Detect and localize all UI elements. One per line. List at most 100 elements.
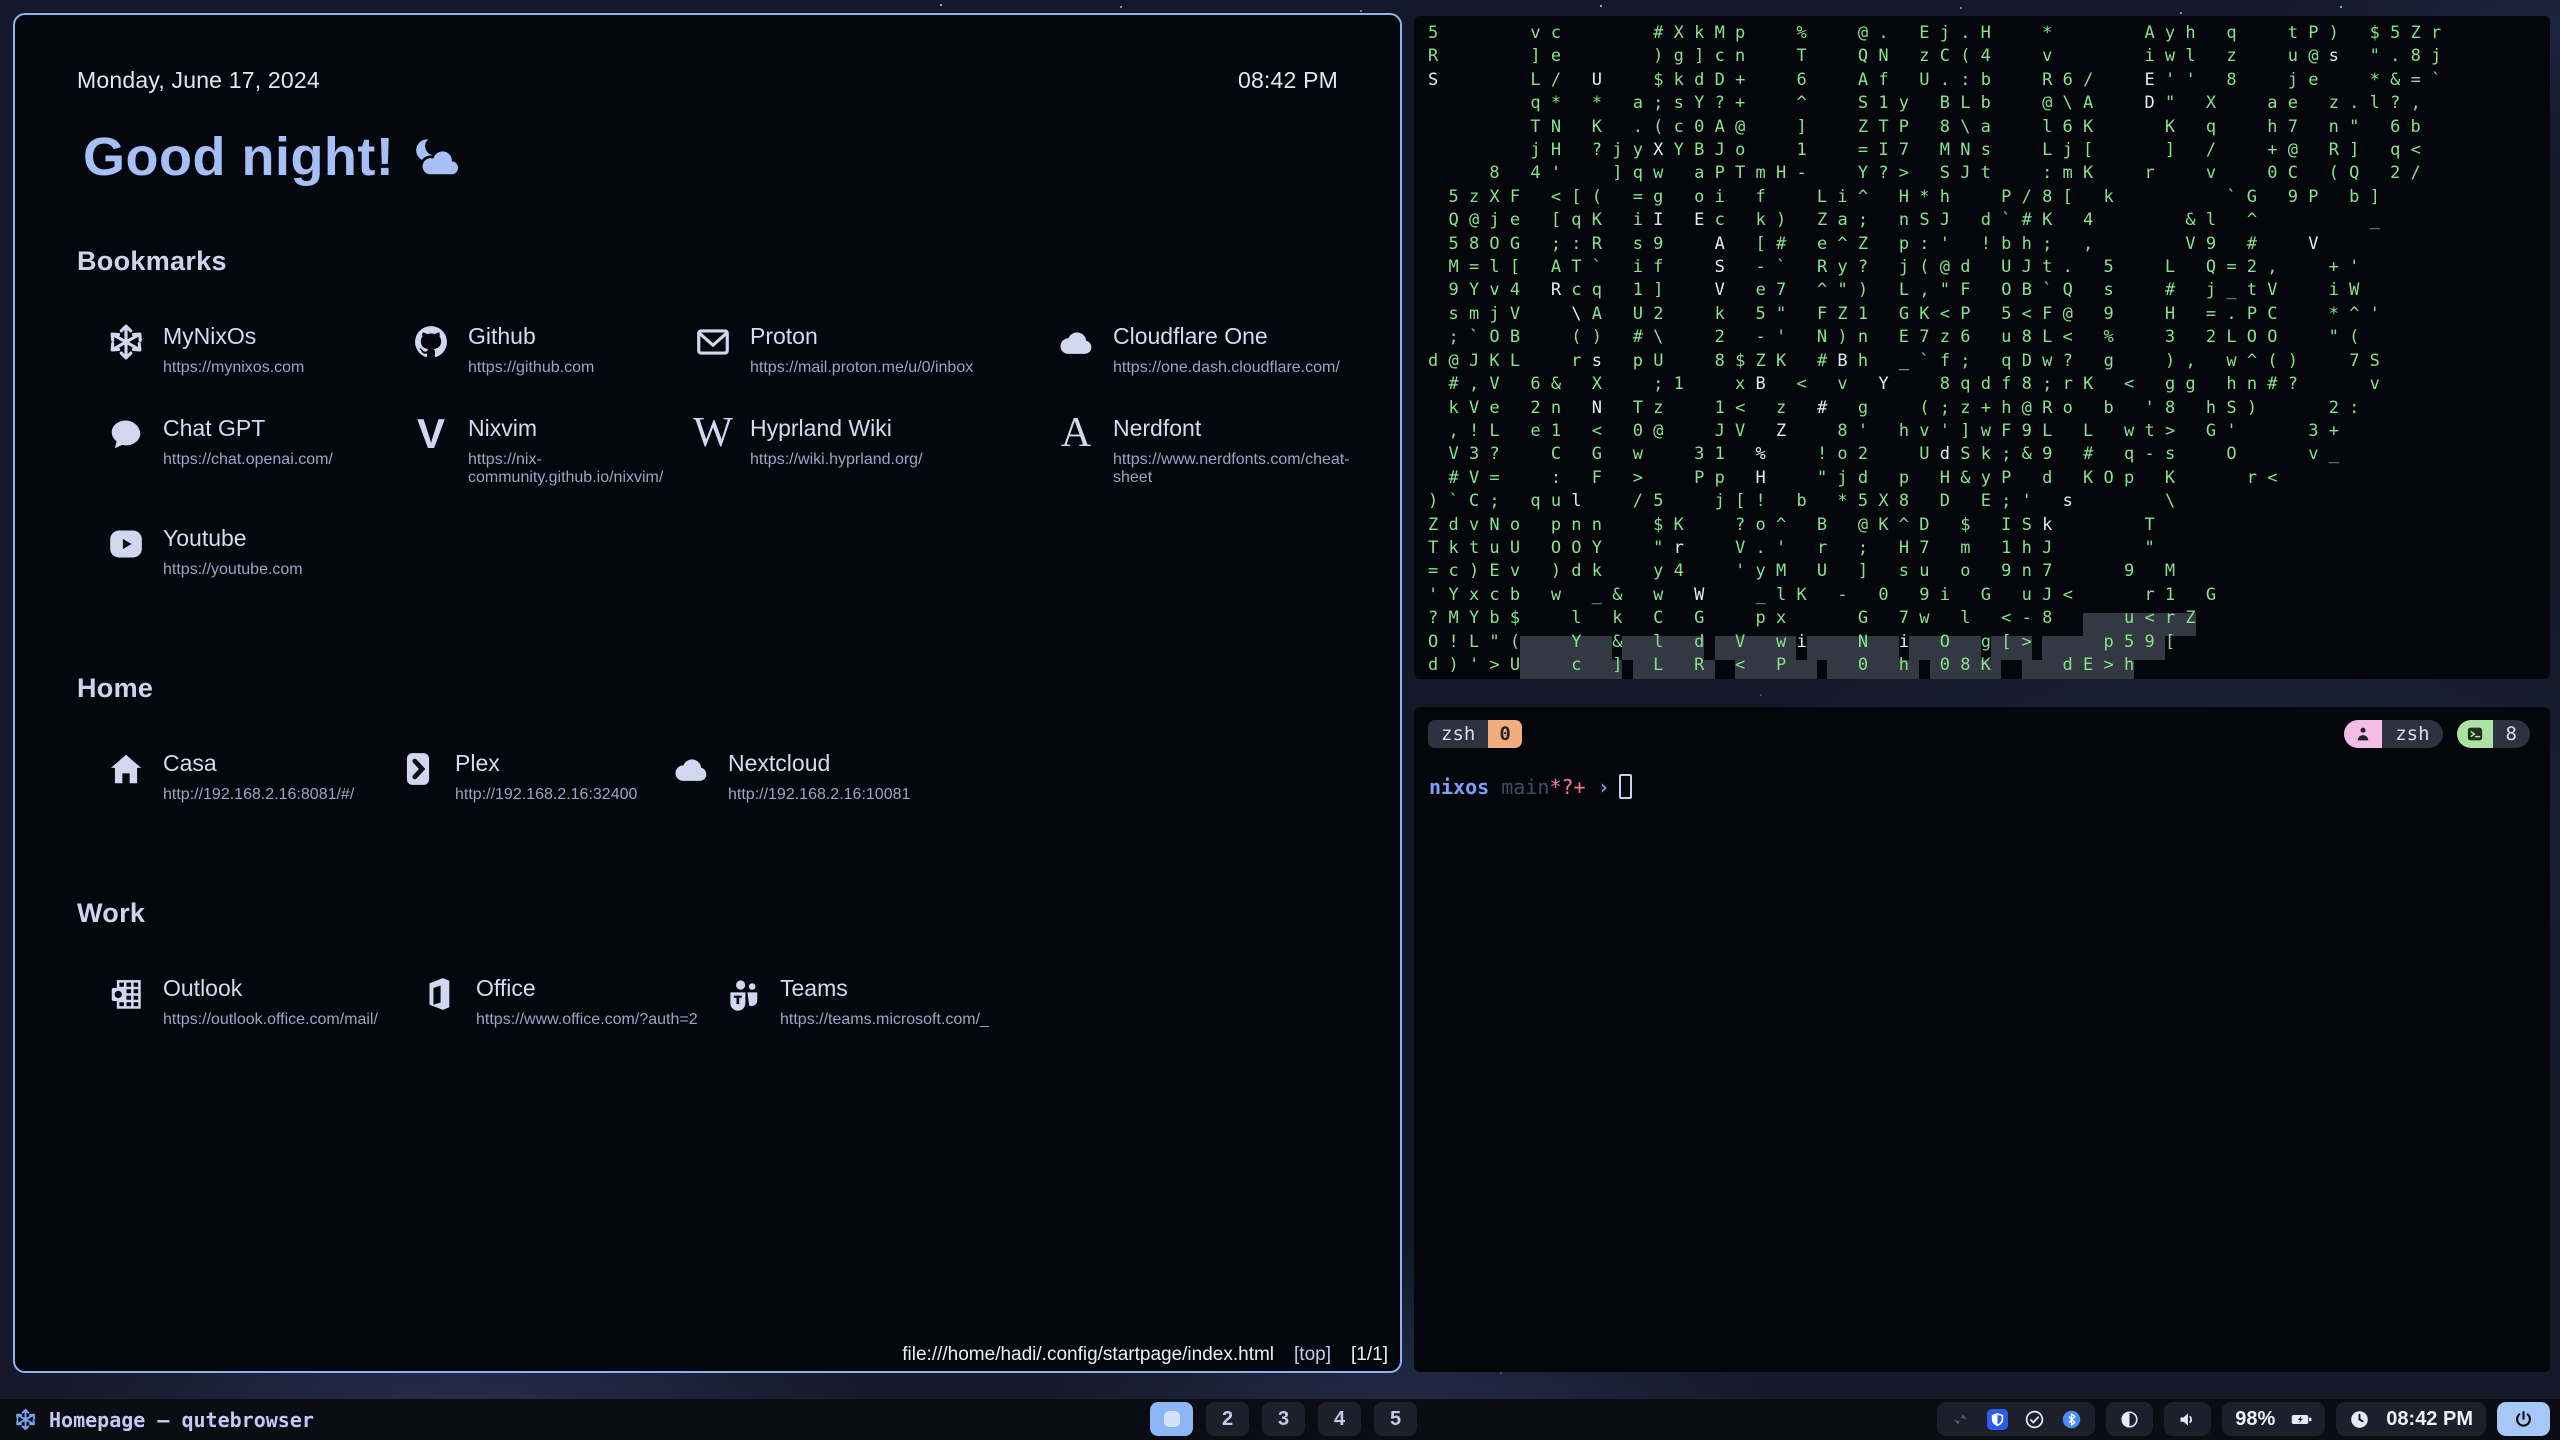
shell-prompt[interactable]: nixos main*?+ › bbox=[1429, 774, 2550, 799]
cloud-icon bbox=[1055, 321, 1097, 363]
bookmark-item[interactable]: WHyprland Wikihttps://wiki.hyprland.org/ bbox=[692, 413, 1055, 487]
battery-percent: 98% bbox=[2235, 1408, 2275, 1431]
section-heading: Home bbox=[77, 673, 1338, 704]
tmux-session-name: zsh bbox=[2382, 720, 2442, 748]
clock-icon bbox=[2349, 1409, 2370, 1430]
bookmark-title: Cloudflare One bbox=[1113, 321, 1340, 350]
prompt-git-branch: main bbox=[1489, 775, 1549, 799]
home-icon bbox=[105, 748, 147, 790]
bookmark-url: https://mynixos.com bbox=[163, 359, 304, 377]
bookmark-item[interactable]: Chat GPThttps://chat.openai.com/ bbox=[105, 413, 410, 487]
bookmark-item[interactable]: Teamshttps://teams.microsoft.com/_ bbox=[722, 973, 1338, 1029]
section-home: Home Casa http://192.168.2.16:8081/#/ Plexh… bbox=[77, 673, 1338, 804]
wikipedia-w-icon: W bbox=[692, 413, 734, 455]
bookmark-item[interactable]: Plexhttp://192.168.2.16:32400 bbox=[397, 748, 670, 804]
nightlight-module[interactable] bbox=[2106, 1402, 2153, 1436]
bookmark-title: Github bbox=[468, 321, 594, 350]
bookmark-item[interactable]: Outlookhttps://outlook.office.com/mail/ bbox=[105, 973, 418, 1029]
matrix-rain-output: 5 v c # X k M p % @ . E j . H * A y h q … bbox=[1428, 22, 2550, 677]
cloud-icon bbox=[670, 748, 712, 790]
clock-time: 08:42 PM bbox=[2386, 1408, 2473, 1431]
shell-terminal-window[interactable]: zsh 0 zsh 8 nixos main*?+ › bbox=[1414, 707, 2550, 1372]
workspace-button-2[interactable]: 2 bbox=[1206, 1402, 1249, 1436]
startpage: Monday, June 17, 2024 08:42 PM Good nigh… bbox=[15, 15, 1400, 1371]
prompt-host: nixos bbox=[1429, 775, 1489, 799]
bookmark-title: Teams bbox=[780, 973, 989, 1002]
power-icon bbox=[2513, 1409, 2534, 1430]
kdeconnect-arrows-icon[interactable] bbox=[1950, 1409, 1971, 1430]
power-button[interactable] bbox=[2497, 1402, 2550, 1436]
workspace-button-1[interactable] bbox=[1150, 1402, 1193, 1436]
clock-module[interactable]: 08:42 PM bbox=[2336, 1402, 2486, 1436]
bookmark-grid: MyNixOs https://mynixos.com Github https://… bbox=[105, 321, 1338, 579]
bookmark-url: https://github.com bbox=[468, 359, 594, 377]
section-heading: Bookmarks bbox=[77, 246, 1338, 277]
workspace-button-3[interactable]: 3 bbox=[1262, 1402, 1305, 1436]
bookmark-url: https://www.office.com/?auth=2 bbox=[476, 1011, 698, 1029]
battery-charging-icon bbox=[2291, 1409, 2312, 1430]
bitwarden-shield-icon[interactable] bbox=[1987, 1409, 2008, 1430]
battery-module[interactable]: 98% bbox=[2222, 1402, 2325, 1436]
bookmark-title: Nextcloud bbox=[728, 748, 910, 777]
greeting-title: Good night! bbox=[83, 126, 1338, 188]
workspace-button-5[interactable]: 5 bbox=[1374, 1402, 1417, 1436]
letter-a-icon: A bbox=[1055, 413, 1097, 455]
workspace-switcher: 2345 bbox=[1150, 1402, 1417, 1436]
bookmark-item[interactable]: VNixvimhttps://nix-community.github.io/n… bbox=[410, 413, 692, 487]
matrix-terminal-window[interactable]: 5 v c # X k M p % @ . E j . H * A y h q … bbox=[1414, 16, 2550, 679]
system-tray-module[interactable] bbox=[1937, 1402, 2095, 1436]
terminal-icon bbox=[2457, 720, 2493, 748]
tab-index-indicator: [1/1] bbox=[1351, 1344, 1388, 1365]
bookmark-item[interactable]: Proton https://mail.proton.me/u/0/inbox bbox=[692, 321, 1055, 377]
bookmark-item[interactable]: Nextcloudhttp://192.168.2.16:10081 bbox=[670, 748, 1338, 804]
vim-v-icon: V bbox=[410, 413, 452, 455]
bookmark-title: Office bbox=[476, 973, 698, 1002]
bookmark-url: https://nix-community.github.io/nixvim/ bbox=[468, 451, 692, 487]
tmux-window-index: 0 bbox=[1488, 720, 1521, 748]
active-workspace-indicator bbox=[1164, 1411, 1180, 1427]
tmux-pane-widget: 8 bbox=[2457, 720, 2530, 748]
bookmark-item[interactable]: Cloudflare One https://one.dash.cloudflar… bbox=[1055, 321, 1350, 377]
bookmark-url: http://192.168.2.16:32400 bbox=[455, 786, 637, 804]
bookmark-item[interactable]: MyNixOs https://mynixos.com bbox=[105, 321, 410, 377]
section-heading: Work bbox=[77, 898, 1338, 929]
youtube-icon bbox=[105, 523, 147, 565]
moon-phase-icon bbox=[2119, 1409, 2140, 1430]
wallpaper-stars bbox=[940, 4, 942, 6]
tmux-window-name: zsh bbox=[1428, 720, 1488, 748]
bookmark-url: http://192.168.2.16:8081/#/ bbox=[163, 786, 354, 804]
bookmark-item[interactable]: Github https://github.com bbox=[410, 321, 692, 377]
date-label: Monday, June 17, 2024 bbox=[77, 67, 320, 94]
tmux-window-tab[interactable]: zsh 0 bbox=[1428, 720, 1522, 748]
volume-module[interactable] bbox=[2164, 1402, 2211, 1436]
waybar-taskbar: Homepage — qutebrowser 2345 98% 08:42 PM bbox=[0, 1399, 2560, 1440]
bookmark-title: Hyprland Wiki bbox=[750, 413, 923, 442]
bookmark-url: https://one.dash.cloudflare.com/ bbox=[1113, 359, 1340, 377]
bookmark-title: MyNixOs bbox=[163, 321, 304, 350]
mail-icon bbox=[692, 321, 734, 363]
active-window-module[interactable]: Homepage — qutebrowser bbox=[14, 1408, 314, 1432]
workspace-button-4[interactable]: 4 bbox=[1318, 1402, 1361, 1436]
bookmark-grid: Casa http://192.168.2.16:8081/#/ Plexhttp:… bbox=[105, 748, 1338, 804]
bookmark-title: Proton bbox=[750, 321, 973, 350]
bookmark-title: Chat GPT bbox=[163, 413, 333, 442]
bookmark-url: https://mail.proton.me/u/0/inbox bbox=[750, 359, 973, 377]
bookmark-item[interactable]: ANerdfonthttps://www.nerdfonts.com/cheat… bbox=[1055, 413, 1350, 487]
person-icon bbox=[2344, 720, 2382, 748]
nix-snowflake-icon bbox=[105, 321, 147, 363]
terminal-cursor bbox=[1619, 774, 1632, 799]
bookmark-item[interactable]: Office https://www.office.com/?auth=2 bbox=[418, 973, 722, 1029]
plex-icon bbox=[397, 748, 439, 790]
bookmark-title: Casa bbox=[163, 748, 354, 777]
bookmark-title: Youtube bbox=[163, 523, 303, 552]
section-work: Work Outlookhttps://outlook.office.com/ma… bbox=[77, 898, 1338, 1029]
teams-icon bbox=[722, 973, 764, 1015]
speaker-icon bbox=[2177, 1409, 2198, 1430]
tmux-session-widget: zsh bbox=[2344, 720, 2442, 748]
check-circle-icon[interactable] bbox=[2024, 1409, 2045, 1430]
bookmark-item[interactable]: Casa http://192.168.2.16:8081/#/ bbox=[105, 748, 397, 804]
status-modules: 98% 08:42 PM bbox=[1937, 1402, 2550, 1436]
bluetooth-icon[interactable] bbox=[2061, 1409, 2082, 1430]
qutebrowser-window[interactable]: Monday, June 17, 2024 08:42 PM Good nigh… bbox=[13, 13, 1402, 1373]
bookmark-item[interactable]: Youtubehttps://youtube.com bbox=[105, 523, 410, 579]
